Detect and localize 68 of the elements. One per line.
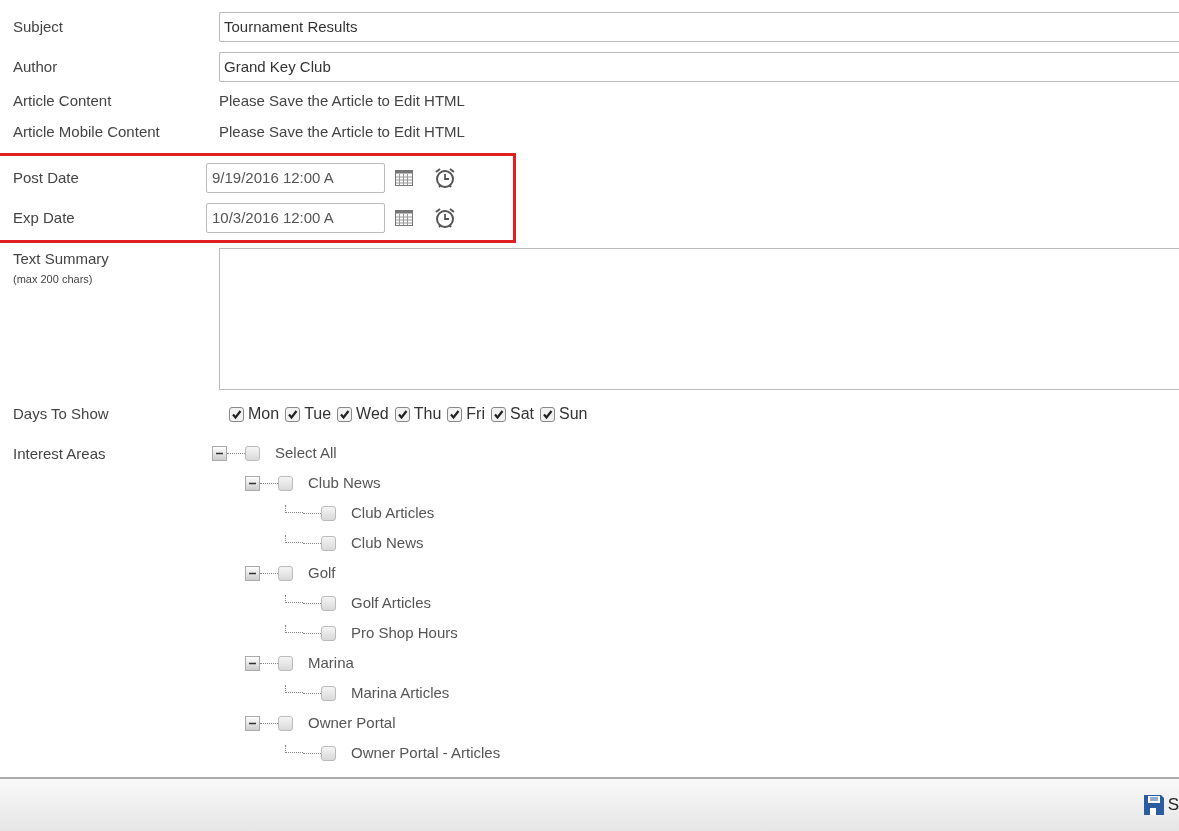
date-field[interactable]: 10/3/2016 12:00 A [206, 203, 385, 233]
collapse-toggle[interactable] [212, 445, 227, 461]
field-label: Text Summary [13, 249, 110, 269]
tree-item-label[interactable]: Club News [308, 471, 381, 495]
info-text: Please Save the Article to Edit HTML [219, 91, 465, 112]
collapse-toggle[interactable] [245, 715, 260, 731]
text-field[interactable]: Grand Key Club [219, 52, 1179, 82]
checkbox[interactable] [321, 685, 336, 701]
checkbox[interactable] [285, 406, 301, 422]
alarm-clock-icon[interactable] [434, 167, 456, 189]
day-label[interactable]: Tue [304, 402, 332, 426]
tree-connector-icon [285, 595, 303, 603]
checkbox[interactable] [337, 406, 353, 422]
save-button[interactable]: S [1142, 792, 1179, 818]
field-label: Article Content [13, 92, 112, 110]
field-label: Subject [13, 17, 64, 35]
day-label[interactable]: Thu [413, 402, 442, 426]
tree-item-label[interactable]: Golf Articles [351, 591, 432, 615]
tree-item-label[interactable]: Club News [351, 531, 424, 555]
field-label: Exp Date [13, 208, 75, 226]
checkbox[interactable] [490, 406, 506, 422]
day-label[interactable]: Wed [356, 402, 389, 426]
checkbox[interactable] [278, 565, 293, 581]
hint-text: (max 200 chars) [13, 271, 94, 287]
tree-connector-icon [285, 505, 303, 513]
day-label[interactable]: Sat [509, 402, 534, 426]
text-field[interactable]: Tournament Results [219, 12, 1179, 42]
tree-item-label[interactable]: Club Articles [351, 501, 435, 525]
checkbox[interactable] [321, 745, 336, 761]
collapse-toggle[interactable] [245, 565, 260, 581]
collapse-toggle[interactable] [245, 655, 260, 671]
field-label: Author [13, 57, 58, 75]
calendar-icon[interactable] [395, 170, 413, 186]
tree-item-label[interactable]: Owner Portal [308, 711, 396, 735]
field-label: Interest Areas [13, 445, 106, 462]
day-label[interactable]: Mon [248, 402, 280, 426]
tree-connector-icon [285, 535, 303, 543]
tree-item-label[interactable]: Pro Shop Hours [351, 621, 458, 645]
checkbox[interactable] [278, 715, 293, 731]
checkbox[interactable] [394, 406, 410, 422]
checkbox[interactable] [321, 505, 336, 521]
info-text: Please Save the Article to Edit HTML [219, 122, 465, 143]
tree-connector-icon [285, 625, 303, 633]
checkbox[interactable] [278, 655, 293, 671]
tree-connector-icon [285, 685, 303, 693]
checkbox[interactable] [321, 535, 336, 551]
checkbox[interactable] [245, 445, 260, 461]
date-field[interactable]: 9/19/2016 12:00 A [206, 163, 385, 193]
tree-item-label[interactable]: Select All [275, 441, 337, 465]
day-label[interactable]: Fri [466, 402, 485, 426]
checkbox[interactable] [321, 595, 336, 611]
tree-item-label[interactable]: Owner Portal - Articles [351, 741, 501, 765]
tree-item-label[interactable]: Marina [308, 651, 354, 675]
alarm-clock-icon[interactable] [434, 207, 456, 229]
day-label[interactable]: Sun [558, 402, 588, 426]
field-label: Days To Show [13, 404, 109, 422]
checkbox[interactable] [229, 406, 244, 422]
calendar-icon[interactable] [395, 210, 413, 226]
checkbox[interactable] [278, 475, 293, 491]
field-label: Article Mobile Content [13, 123, 160, 141]
collapse-toggle[interactable] [245, 475, 260, 491]
checkbox[interactable] [447, 406, 463, 422]
checkbox[interactable] [539, 406, 555, 422]
tree-connector-icon [285, 745, 303, 753]
field-label: Post Date [13, 168, 79, 186]
tree-item-label[interactable]: Golf [308, 561, 336, 585]
checkbox[interactable] [321, 625, 336, 641]
tree-item-label[interactable]: Marina Articles [351, 681, 450, 705]
